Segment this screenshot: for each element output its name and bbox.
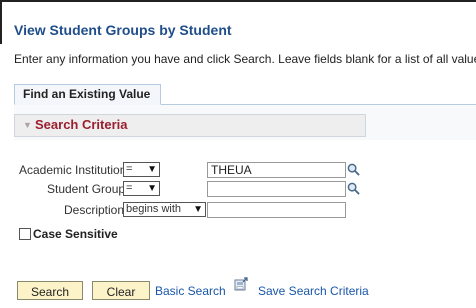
academic-institution-operator-value: = (126, 163, 133, 175)
lookup-magnifier-icon[interactable] (347, 163, 360, 176)
save-search-criteria-link[interactable]: Save Search Criteria (258, 284, 369, 298)
save-search-icon[interactable] (234, 277, 248, 291)
tab-bar: Find an Existing Value (14, 84, 476, 105)
chevron-down-icon: ▼ (193, 204, 203, 215)
basic-search-link[interactable]: Basic Search (155, 284, 226, 298)
search-button[interactable]: Search (17, 281, 83, 300)
lookup-magnifier-icon[interactable] (347, 182, 360, 195)
tab-find-existing-value[interactable]: Find an Existing Value (14, 84, 162, 105)
search-criteria-header[interactable]: ▼ Search Criteria (14, 114, 366, 137)
description-label: Description (64, 203, 125, 217)
description-input[interactable] (207, 202, 346, 218)
description-operator-select[interactable]: begins with ▼ (123, 202, 206, 217)
clear-button[interactable]: Clear (92, 281, 150, 300)
academic-institution-label: Academic Institution (19, 163, 127, 177)
page-title: View Student Groups by Student (14, 22, 232, 38)
academic-institution-input[interactable]: THEUA (207, 162, 346, 178)
description-operator-value: begins with (126, 203, 182, 215)
chevron-down-icon: ▼ (147, 164, 157, 175)
case-sensitive-checkbox[interactable] (19, 228, 31, 240)
collapse-triangle-icon[interactable]: ▼ (23, 120, 32, 130)
student-group-operator-value: = (126, 182, 133, 194)
student-group-operator-select[interactable]: = ▼ (123, 181, 160, 196)
search-criteria-label: Search Criteria (35, 117, 128, 132)
student-group-label: Student Group (47, 182, 126, 196)
window-frame-top (0, 0, 476, 2)
chevron-down-icon: ▼ (147, 183, 157, 194)
page-instructions: Enter any information you have and click… (14, 52, 476, 66)
student-group-input[interactable] (207, 181, 346, 197)
case-sensitive-label: Case Sensitive (33, 227, 118, 241)
academic-institution-operator-select[interactable]: = ▼ (123, 162, 160, 177)
window-frame-left (0, 0, 2, 44)
